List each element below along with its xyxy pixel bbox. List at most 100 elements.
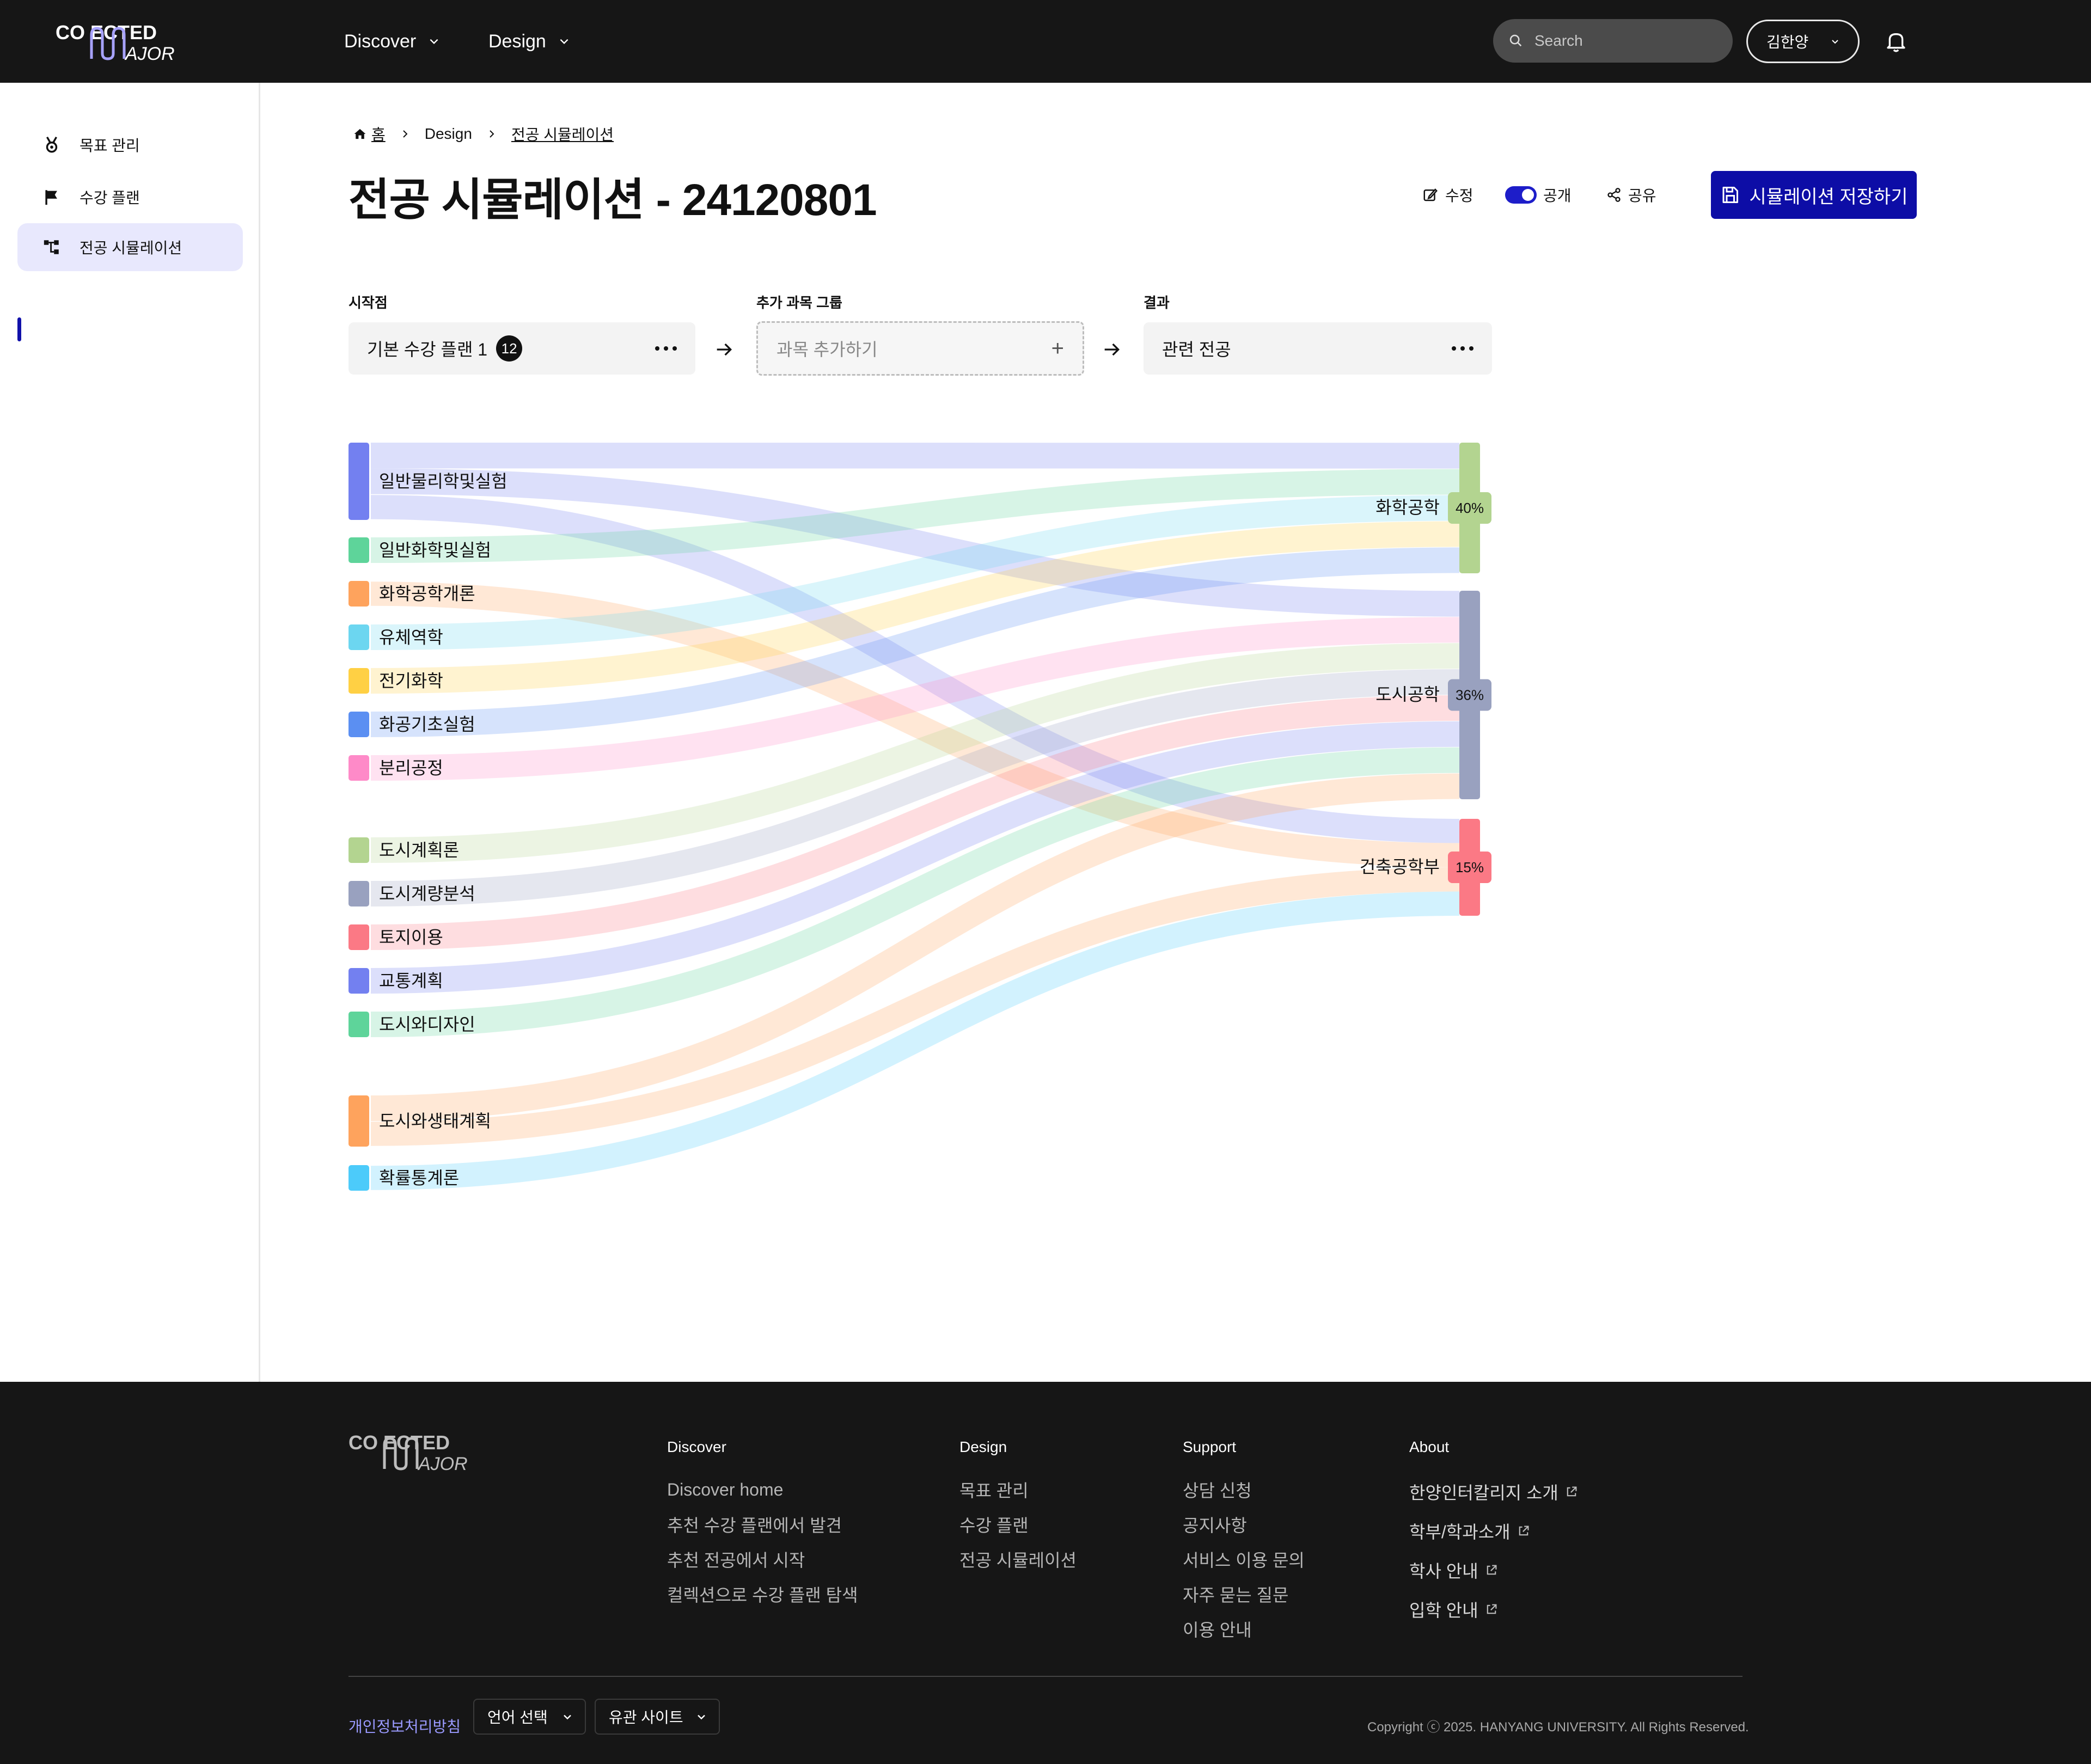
chevron-right-icon [490, 130, 494, 138]
sankey-target-node [1459, 591, 1480, 799]
footer-link[interactable]: Discover home [667, 1472, 858, 1507]
footer-external-link[interactable]: 한양인터칼리지 소개 [1409, 1472, 1578, 1511]
sankey-source-label: 교통계획 [379, 971, 443, 991]
sankey-source-label: 유체역학 [379, 628, 443, 647]
sankey-source-label: 일반화학및실험 [379, 541, 491, 560]
more-icon[interactable] [655, 346, 677, 351]
related-sites-select[interactable]: 유관 사이트 [595, 1699, 720, 1735]
footer-link-label: 학사 안내 [1409, 1561, 1478, 1581]
footer-link[interactable]: 컬렉션으로 수강 플랜 탐색 [667, 1577, 858, 1612]
footer-logo-bottom: AJOR [417, 1454, 468, 1472]
breadcrumb-current[interactable]: 전공 시뮬레이션 [511, 123, 614, 145]
public-label: 공개 [1543, 187, 1572, 204]
nav-discover[interactable]: Discover [344, 27, 440, 56]
sankey-source-node [348, 668, 369, 694]
sidebar-item-simulation[interactable]: 전공 시뮬레이션 [17, 223, 243, 271]
nav-design-label: Design [488, 30, 546, 52]
save-simulation-button[interactable]: 시뮬레이션 저장하기 [1711, 171, 1917, 219]
add-course-box[interactable]: 과목 추가하기 + [756, 321, 1084, 376]
sankey-percent-label: 15% [1456, 859, 1484, 875]
sidebar-item-plan[interactable]: 수강 플랜 [17, 173, 243, 221]
footer-col-discover: Discover Discover home 추천 수강 플랜에서 발견 추천 … [667, 1438, 858, 1612]
sidebar: 목표 관리 수강 플랜 전공 시뮬레이션 [0, 83, 260, 1382]
start-plan-box[interactable]: 기본 수강 플랜 1 12 [348, 322, 695, 375]
sankey-link [370, 468, 1460, 617]
connected-major-logo[interactable]: CO ECTED AJOR [56, 21, 192, 62]
sankey-percent-badge [1448, 492, 1491, 524]
sankey-source-label: 도시와생태계획 [379, 1111, 491, 1131]
sankey-source-node [348, 755, 369, 781]
search-input[interactable] [1534, 32, 1714, 50]
language-select[interactable]: 언어 선택 [473, 1699, 586, 1735]
search-box[interactable] [1493, 19, 1733, 63]
footer-link[interactable]: 상담 신청 [1183, 1472, 1305, 1507]
footer-link[interactable]: 추천 전공에서 시작 [667, 1542, 858, 1577]
public-switch[interactable] [1505, 186, 1537, 204]
footer-col-title: Support [1183, 1438, 1237, 1455]
sankey-target-node [1459, 443, 1480, 573]
nav-discover-label: Discover [344, 30, 417, 52]
footer-link-label: 학부/학과소개 [1409, 1522, 1511, 1542]
search-icon [1509, 34, 1522, 47]
result-box[interactable]: 관련 전공 [1144, 322, 1492, 375]
sankey-percent-label: 40% [1456, 500, 1484, 516]
footer-link[interactable]: 이용 안내 [1183, 1612, 1305, 1646]
public-toggle[interactable]: 공개 [1505, 184, 1572, 206]
breadcrumb-home[interactable]: 홈 [353, 123, 386, 145]
footer-link-label: 입학 안내 [1409, 1601, 1478, 1620]
sankey-source-label: 확률통계론 [379, 1168, 459, 1188]
footer-link[interactable]: 공지사항 [1183, 1507, 1305, 1542]
footer-link[interactable]: 자주 묻는 질문 [1183, 1577, 1305, 1612]
footer: CO ECTED AJOR Discover Discover home 추천 … [0, 1382, 2091, 1764]
user-name: 김한양 [1766, 34, 1809, 51]
footer-col-support: Support 상담 신청 공지사항 서비스 이용 문의 자주 묻는 질문 이용… [1183, 1438, 1305, 1646]
more-icon[interactable] [1452, 346, 1474, 351]
sankey-link [370, 695, 1460, 950]
privacy-policy-link[interactable]: 개인정보처리방침 [348, 1715, 461, 1737]
sankey-link [370, 617, 1460, 781]
sankey-source-node [348, 624, 369, 650]
sankey-source-node [348, 1165, 369, 1191]
edit-label: 수정 [1445, 187, 1474, 204]
save-icon [1722, 187, 1738, 203]
footer-col-design: Design 목표 관리 수강 플랜 전공 시뮬레이션 [959, 1438, 1077, 1577]
sidebar-item-goals[interactable]: 목표 관리 [17, 121, 243, 169]
footer-link[interactable]: 수강 플랜 [959, 1507, 1077, 1542]
plus-icon: + [1051, 336, 1064, 360]
share-label: 공유 [1628, 187, 1656, 204]
sankey-source-node [348, 537, 369, 563]
external-link-icon [1519, 1526, 1529, 1536]
sidebar-item-label: 전공 시뮬레이션 [80, 240, 182, 256]
sankey-source-node [348, 881, 369, 906]
footer-external-link[interactable]: 학사 안내 [1409, 1551, 1578, 1590]
footer-link[interactable]: 목표 관리 [959, 1472, 1077, 1507]
sankey-link [370, 521, 1460, 694]
breadcrumb-section[interactable]: Design [425, 125, 472, 143]
sankey-link [370, 747, 1460, 1037]
footer-col-about: About 한양인터칼리지 소개 학부/학과소개 학사 안내 입학 안내 [1409, 1438, 1578, 1629]
edit-button[interactable]: 수정 [1422, 184, 1474, 206]
sankey-source-label: 일반물리학및실험 [379, 471, 508, 491]
add-course-placeholder: 과목 추가하기 [777, 340, 878, 359]
breadcrumb: 홈 Design 전공 시뮬레이션 [353, 123, 614, 145]
sankey-target-label: 화학공학 [1375, 498, 1440, 517]
sankey-source-node [348, 924, 369, 950]
sankey-source-label: 화학공학개론 [379, 584, 475, 604]
sankey-percent-label: 36% [1456, 687, 1484, 703]
footer-link[interactable]: 전공 시뮬레이션 [959, 1542, 1077, 1577]
tree-icon [44, 240, 59, 254]
active-indicator [17, 317, 21, 341]
footer-link[interactable]: 추천 수강 플랜에서 발견 [667, 1507, 858, 1542]
footer-logo[interactable]: CO ECTED AJOR [348, 1431, 485, 1472]
bell-icon[interactable] [1885, 29, 1907, 53]
sankey-link [370, 495, 1460, 843]
footer-external-link[interactable]: 학부/학과소개 [1409, 1511, 1578, 1551]
sankey-source-node [348, 1012, 369, 1037]
footer-link[interactable]: 서비스 이용 문의 [1183, 1542, 1305, 1577]
user-menu-button[interactable]: 김한양 [1746, 20, 1860, 63]
footer-external-link[interactable]: 입학 안내 [1409, 1590, 1578, 1629]
nav-design[interactable]: Design [488, 27, 570, 56]
sankey-source-node [348, 837, 369, 863]
arrow-right-icon [1104, 343, 1120, 356]
share-button[interactable]: 공유 [1606, 184, 1656, 206]
